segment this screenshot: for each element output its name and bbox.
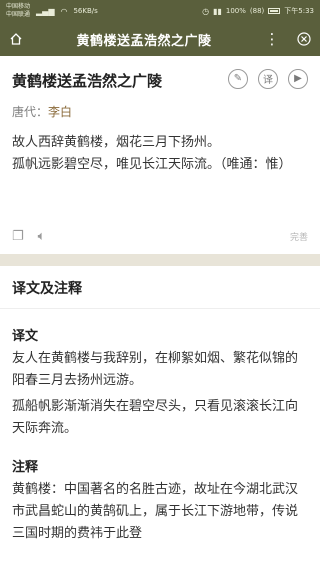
more-vertical-icon: ⋮: [264, 30, 280, 48]
translate-icon: 译: [263, 75, 273, 86]
poem-line: 孤帆远影碧空尽，唯见长江天际流。（唯通：惟）: [12, 157, 292, 172]
wifi-icon: ◠: [60, 6, 68, 16]
notes-label: 注释: [12, 460, 39, 475]
translation-card: 译文及注释 译文 友人在黄鹤楼与我辞别，在柳絮如烟、繁花似锦的阳春三月去扬州远游…: [0, 266, 320, 571]
signal-icon: ▂▄▆: [36, 6, 55, 16]
poem-title: 黄鹤楼送孟浩然之广陵: [12, 72, 163, 90]
home-icon: [10, 33, 22, 45]
poem-card: 黄鹤楼送孟浩然之广陵 ✎ 译 ▶ 唐代：李白 故人西辞黄鹤楼，烟花三月下扬州。 …: [0, 56, 320, 254]
more-button[interactable]: ⋮: [256, 22, 288, 56]
translation-text-2: 孤船帆影渐渐消失在碧空尽头，只看见滚滚长江向天际奔流。: [12, 399, 299, 436]
author-link[interactable]: 李白: [48, 105, 72, 119]
improve-link[interactable]: 完善: [290, 230, 308, 243]
close-icon: [297, 32, 311, 46]
carrier-2: 中国联通: [6, 11, 31, 18]
play-button[interactable]: ▶: [288, 68, 308, 89]
alarm-icon: ◷: [202, 6, 210, 16]
speaker-icon[interactable]: 🔈︎: [38, 229, 46, 244]
battery-icon: [268, 8, 281, 14]
translation-label: 译文: [12, 329, 39, 344]
status-extra: (88): [249, 7, 265, 15]
signal-strength-icon: ▮▮: [213, 6, 222, 16]
top-nav-bar: 黄鹤楼送孟浩然之广陵 ⋮: [0, 22, 320, 56]
carrier-info: 中国移动 中国联通: [6, 3, 30, 19]
close-button[interactable]: [288, 22, 320, 56]
author-line: 唐代：李白: [12, 103, 308, 120]
translation-text: 友人在黄鹤楼与我辞别，在柳絮如烟、繁花似锦的阳春三月去扬州远游。: [12, 351, 299, 388]
section-title: 译文及注释: [12, 281, 82, 297]
carrier-1: 中国移动: [6, 3, 31, 10]
poem-card-footer: ❐ 🔈︎ 完善: [12, 229, 308, 244]
page-title: 黄鹤楼送孟浩然之广陵: [76, 33, 212, 49]
battery-percent: 100%: [225, 7, 246, 15]
edit-button[interactable]: ✎: [228, 68, 248, 89]
play-icon: ▶: [294, 73, 302, 84]
edit-icon: ✎: [233, 73, 243, 84]
dynasty-label: 唐代：: [12, 105, 49, 119]
section-divider: [0, 308, 320, 309]
clock: 下午5:33: [284, 7, 314, 15]
poem-line: 故人西辞黄鹤楼，烟花三月下扬州。: [12, 135, 221, 150]
copy-icon[interactable]: ❐: [12, 229, 24, 244]
notes-text: 黄鹤楼：中国著名的名胜古迹，故址在今湖北武汉市武昌蛇山的黄鹄矶上，属于长江下游地…: [12, 482, 299, 541]
network-speed: 56KB/s: [73, 7, 98, 15]
poem-body: 故人西辞黄鹤楼，烟花三月下扬州。 孤帆远影碧空尽，唯见长江天际流。（唯通：惟）: [12, 132, 308, 176]
translate-button[interactable]: 译: [258, 68, 278, 89]
home-button[interactable]: [0, 22, 32, 56]
status-bar: 中国移动 中国联通 ▂▄▆ ◠ 56KB/s ◷ ▮▮ 100% (88) 下午…: [0, 0, 320, 22]
